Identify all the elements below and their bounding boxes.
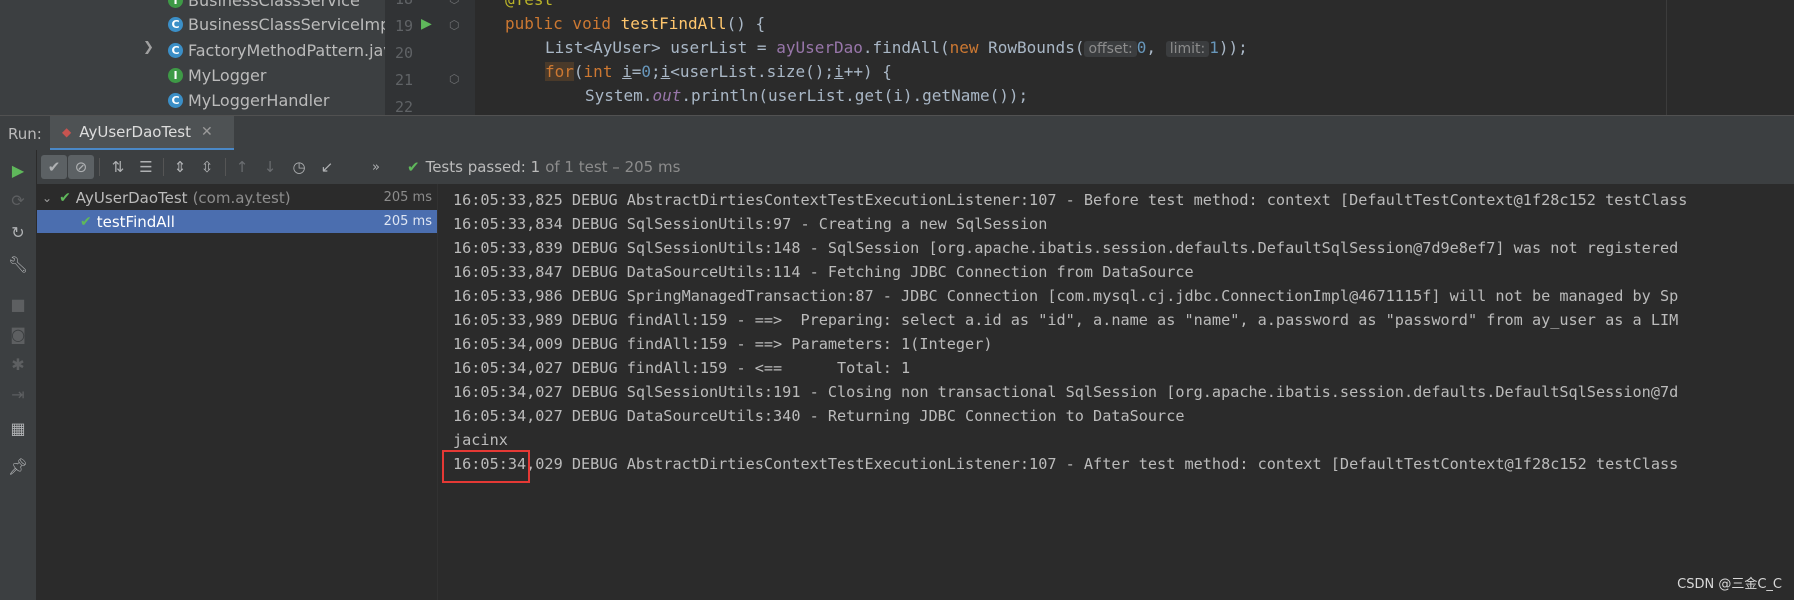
code-editor[interactable]: @Test public void testFindAll() { List<A… — [475, 0, 1794, 115]
code-line-19: public void testFindAll() { — [505, 14, 766, 33]
exit-icon[interactable]: ⇥ — [6, 382, 30, 406]
pin-icon[interactable]: 📌︎ — [6, 454, 30, 478]
watermark: CSDN @三金C_C — [1677, 577, 1782, 592]
program-output-line: jacinx — [453, 431, 508, 449]
interface-icon: I — [168, 0, 183, 8]
highlight-box — [442, 450, 530, 483]
previous-failed-icon[interactable]: ↑ — [229, 155, 255, 179]
test-results-tree: ⌄ ✔ AyUserDaoTest (com.ay.test) 205 ms ✔… — [37, 184, 438, 600]
param-hint-offset: offset: — [1084, 41, 1137, 57]
log-line: 16:05:33,825 DEBUG AbstractDirtiesContex… — [453, 191, 1688, 209]
collapse-all-icon[interactable]: ⇳ — [194, 155, 220, 179]
line-number: 20 — [394, 44, 413, 62]
tree-row-ayuserdaotest[interactable]: ⌄ ✔ AyUserDaoTest (com.ay.test) 205 ms — [37, 186, 437, 209]
test-status: ✔ Tests passed: 1 of 1 test – 205 ms — [407, 158, 681, 176]
ide-top-area: I BusinessClassService C BusinessClassSe… — [0, 0, 1794, 115]
right-margin-guide — [1666, 0, 1667, 115]
chevron-down-icon[interactable]: ⌄ — [42, 191, 52, 205]
log-line: 16:05:33,847 DEBUG DataSourceUtils:114 -… — [453, 263, 1194, 281]
log-line: 16:05:34,027 DEBUG SqlSessionUtils:191 -… — [453, 383, 1679, 401]
tree-item-factorymethodpattern[interactable]: C FactoryMethodPattern.java — [168, 38, 385, 63]
fold-icon[interactable]: ⬡ — [449, 0, 459, 6]
debug-icon[interactable]: ✱ — [6, 352, 30, 376]
log-line: 16:05:33,834 DEBUG SqlSessionUtils:97 - … — [453, 215, 1048, 233]
tree-item-businessclassserviceimpl[interactable]: C BusinessClassServiceImpl — [168, 12, 385, 37]
check-icon: ✔ — [59, 189, 71, 206]
test-runner-toolbar: ✔ ⊘ ⇅ ☰ ⇕ ⇳ ↑ ↓ ◷ ↙ » ✔ Tests passed: 1 … — [37, 150, 1794, 184]
class-icon: C — [168, 43, 183, 58]
code-line-22: System.out.println(userList.get(i).getNa… — [585, 86, 1029, 105]
wrench-icon[interactable]: 🔧︎ — [6, 252, 30, 276]
project-tree: I BusinessClassService C BusinessClassSe… — [0, 0, 385, 115]
log-line: 16:05:34,009 DEBUG findAll:159 - ==> Par… — [453, 335, 993, 353]
more-icon[interactable]: » — [363, 155, 389, 179]
line-number: 22 — [394, 98, 413, 115]
run-side-toolbar: ▶ ⟳ ↻ 🔧︎ ■ ◙ ✱ ⇥ ▦ 📌︎ — [0, 150, 37, 600]
run-tool-window: ▶ ⟳ ↻ 🔧︎ ■ ◙ ✱ ⇥ ▦ 📌︎ ✔ ⊘ ⇅ ☰ ⇕ ⇳ ↑ ↓ ◷ … — [0, 150, 1794, 600]
tree-row-testfindall[interactable]: ✔ testFindAll 205 ms — [37, 210, 437, 233]
rerun-failed-icon[interactable]: ⟳ — [6, 188, 30, 212]
fold-icon[interactable]: ⬡ — [449, 18, 459, 32]
chevron-right-icon[interactable]: ❯ — [143, 40, 154, 55]
log-line: 16:05:33,989 DEBUG findAll:159 - ==> Pre… — [453, 311, 1679, 329]
close-icon[interactable]: ✕ — [201, 124, 213, 140]
line-number: 18 — [385, 0, 413, 8]
sort-alphabetically-icon[interactable]: ⇅ — [105, 155, 131, 179]
tree-item-mylogger[interactable]: I MyLogger — [168, 63, 266, 88]
interface-icon: I — [168, 68, 183, 83]
log-line: 16:05:34,027 DEBUG findAll:159 - <== Tot… — [453, 359, 911, 377]
tab-ayuserdaotest[interactable]: ◆ AyUserDaoTest ✕ — [50, 116, 234, 151]
run-test-gutter-icon[interactable]: ▶ — [421, 16, 432, 32]
run-tool-window-header: Run: ◆ AyUserDaoTest ✕ — [0, 115, 1794, 151]
param-hint-limit: limit: — [1165, 41, 1210, 57]
rerun-icon[interactable]: ▶ — [6, 158, 30, 182]
toolbar-separator — [163, 158, 164, 176]
run-label: Run: — [8, 125, 42, 143]
camera-icon[interactable]: ◙ — [6, 322, 30, 346]
line-number: 19 — [394, 17, 413, 35]
test-config-icon: ◆ — [62, 125, 72, 139]
import-tests-icon[interactable]: ↙ — [314, 155, 340, 179]
log-line: 16:05:34,029 DEBUG AbstractDirtiesContex… — [453, 455, 1679, 473]
layout-icon[interactable]: ▦ — [6, 416, 30, 440]
show-passed-icon[interactable]: ✔ — [41, 155, 67, 179]
line-number: 21 — [394, 71, 413, 89]
check-icon: ✔ — [407, 158, 420, 176]
tab-label: AyUserDaoTest — [79, 123, 192, 141]
log-line: 16:05:34,027 DEBUG DataSourceUtils:340 -… — [453, 407, 1185, 425]
editor-gutter: 18 19 20 21 22 ▶ ⬡ ⬡ ⬡ — [385, 0, 475, 115]
sort-by-duration-icon[interactable]: ☰ — [133, 155, 159, 179]
show-ignored-icon[interactable]: ⊘ — [68, 155, 94, 179]
code-line-21: for(int i=0;i<userList.size();i++) { — [545, 62, 892, 81]
tree-item-myloggerhandler[interactable]: C MyLoggerHandler — [168, 88, 329, 113]
fold-icon[interactable]: ⬡ — [449, 72, 459, 86]
log-line: 16:05:33,839 DEBUG SqlSessionUtils:148 -… — [453, 239, 1679, 257]
toolbar-separator — [225, 158, 226, 176]
next-failed-icon[interactable]: ↓ — [257, 155, 283, 179]
toggle-auto-test-icon[interactable]: ↻ — [6, 220, 30, 244]
check-icon: ✔ — [80, 213, 92, 230]
log-line: 16:05:33,986 DEBUG SpringManagedTransact… — [453, 287, 1679, 305]
expand-all-icon[interactable]: ⇕ — [167, 155, 193, 179]
stop-icon[interactable]: ■ — [6, 292, 30, 316]
console-output[interactable]: 16:05:33,825 DEBUG AbstractDirtiesContex… — [438, 184, 1794, 600]
class-icon: C — [168, 93, 183, 108]
test-history-icon[interactable]: ◷ — [286, 155, 312, 179]
code-line-20: List<AyUser> userList = ayUserDao.findAl… — [545, 38, 1248, 57]
class-icon: C — [168, 17, 183, 32]
toolbar-separator — [99, 158, 100, 176]
